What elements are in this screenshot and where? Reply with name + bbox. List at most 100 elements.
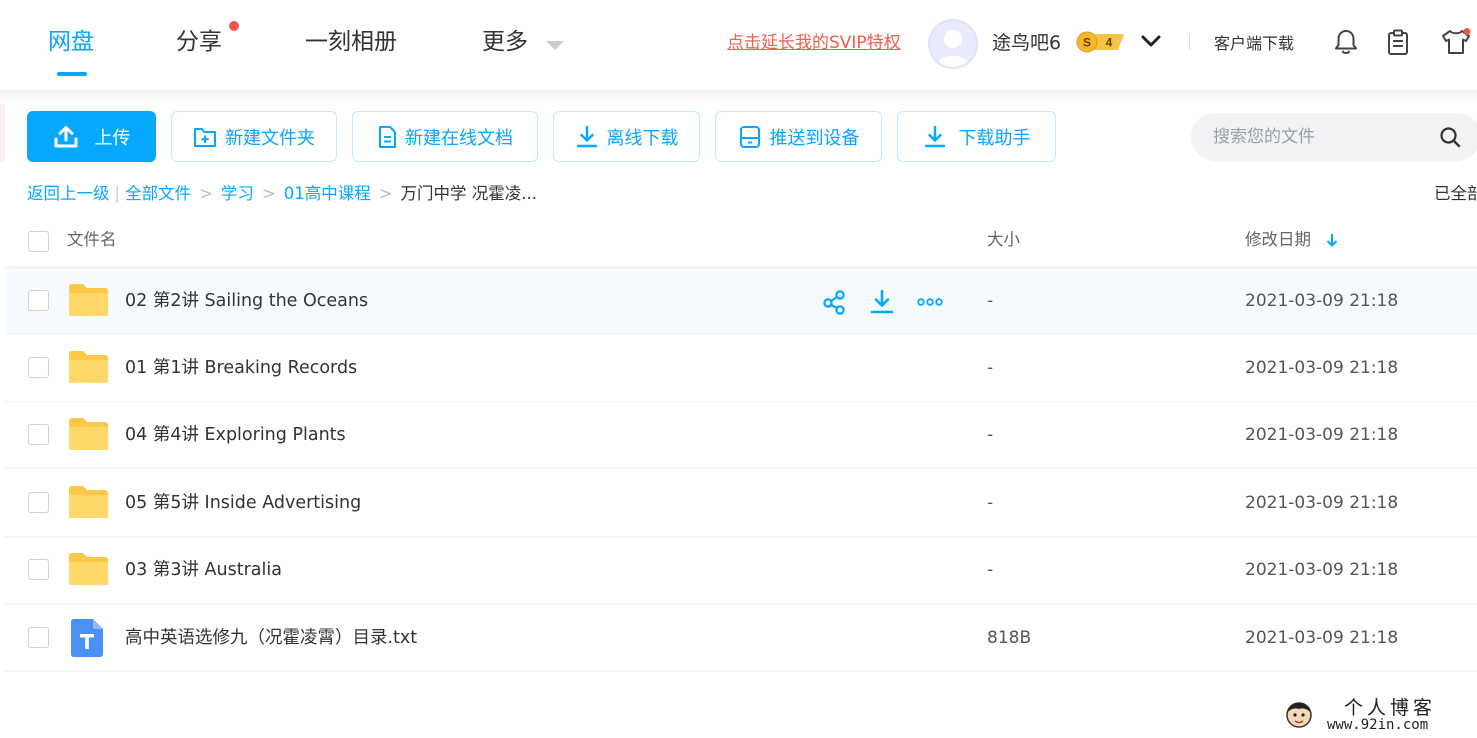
avatar[interactable] xyxy=(928,19,978,69)
new-folder-icon xyxy=(194,127,216,147)
select-all-hint: 已全部 xyxy=(1434,184,1477,203)
offline-download-label: 离线下载 xyxy=(606,127,679,149)
search-icon[interactable] xyxy=(1439,126,1461,148)
breadcrumb-study[interactable]: 学习 xyxy=(221,182,254,206)
file-modified-date: 2021-03-09 21:18 xyxy=(1245,560,1399,580)
download-helper-label: 下载助手 xyxy=(958,127,1031,149)
new-folder-label: 新建文件夹 xyxy=(225,127,315,149)
file-modified-date: 2021-03-09 21:18 xyxy=(1245,425,1399,445)
svip-extend-link[interactable]: 点击延长我的SVIP特权 xyxy=(727,32,901,54)
svip-level-badge-icon: S 4 xyxy=(1076,31,1124,53)
search-input[interactable] xyxy=(1213,124,1423,150)
nav-divider xyxy=(1189,34,1190,50)
device-icon xyxy=(739,125,760,148)
breadcrumb-all-files[interactable]: 全部文件 xyxy=(125,182,191,206)
row-checkbox[interactable] xyxy=(28,290,49,311)
row-checkbox[interactable] xyxy=(28,627,49,648)
file-name[interactable]: 02 第2讲 Sailing the Oceans xyxy=(125,289,368,313)
table-row[interactable]: 01 第1讲 Breaking Records - 2021-03-09 21:… xyxy=(5,335,1477,402)
share-notification-dot xyxy=(229,21,239,31)
column-header-size[interactable]: 大小 xyxy=(987,228,1020,252)
breadcrumb: 返回上一级 | 全部文件 > 学习 > 01高中课程 > 万门中学 况霍凌... xyxy=(27,182,537,206)
upload-button[interactable]: 上传 xyxy=(27,111,156,162)
watermark-url: www.92in.com xyxy=(1327,717,1429,733)
row-checkbox[interactable] xyxy=(28,492,49,513)
bell-icon[interactable] xyxy=(1332,28,1360,56)
offline-download-button[interactable]: 离线下载 xyxy=(553,111,700,162)
nav-tab-album[interactable]: 一刻相册 xyxy=(305,26,397,58)
nav-tab-netdisk[interactable]: 网盘 xyxy=(48,26,94,58)
folder-icon xyxy=(69,284,108,316)
table-row[interactable]: 03 第3讲 Australia - 2021-03-09 21:18 xyxy=(5,537,1477,604)
file-name[interactable]: 高中英语选修九（况霍凌霄）目录.txt xyxy=(125,626,417,650)
file-size: - xyxy=(987,358,994,378)
new-online-doc-label: 新建在线文档 xyxy=(405,127,513,149)
more-caret-icon[interactable] xyxy=(546,41,564,50)
file-size: 818B xyxy=(987,628,1032,648)
text-file-icon xyxy=(71,619,103,657)
nav-tab-share[interactable]: 分享 xyxy=(176,26,222,58)
client-download-link[interactable]: 客户端下载 xyxy=(1214,33,1294,55)
nav-tab-more[interactable]: 更多 xyxy=(482,26,528,58)
download-helper-button[interactable]: 下载助手 xyxy=(897,111,1056,162)
column-header-modified[interactable]: 修改日期 xyxy=(1245,228,1311,252)
row-download-icon[interactable] xyxy=(869,289,895,315)
table-row[interactable]: 04 第4讲 Exploring Plants - 2021-03-09 21:… xyxy=(5,402,1477,469)
breadcrumb-back-link[interactable]: 返回上一级 xyxy=(27,182,110,206)
breadcrumb-separator: > xyxy=(261,184,276,203)
file-modified-date: 2021-03-09 21:18 xyxy=(1245,358,1399,378)
clipboard-icon[interactable] xyxy=(1384,28,1412,56)
folder-icon xyxy=(69,486,108,518)
file-name[interactable]: 04 第4讲 Exploring Plants xyxy=(125,423,346,447)
more-options-icon[interactable] xyxy=(917,289,943,315)
row-checkbox[interactable] xyxy=(28,424,49,445)
row-checkbox[interactable] xyxy=(28,357,49,378)
upload-label: 上传 xyxy=(94,127,131,149)
avatar-person-icon xyxy=(936,30,970,67)
file-size: - xyxy=(987,291,994,311)
upload-icon xyxy=(54,125,77,147)
table-row[interactable]: 02 第2讲 Sailing the Oceans - 2021-03-09 2… xyxy=(5,267,1477,334)
breadcrumb-divider: | xyxy=(114,184,121,203)
file-modified-date: 2021-03-09 21:18 xyxy=(1245,628,1399,648)
left-edge-strip xyxy=(0,104,5,162)
download-icon xyxy=(576,125,597,147)
vip-level: 4 xyxy=(1106,36,1113,50)
breadcrumb-separator: > xyxy=(199,184,213,203)
row-checkbox[interactable] xyxy=(28,559,49,580)
top-navigation: 网盘 分享 一刻相册 更多 点击延长我的SVIP特权 途鸟吧6 S 4 客户端下… xyxy=(0,0,1477,90)
search-box xyxy=(1191,113,1477,161)
file-size: - xyxy=(987,560,994,580)
breadcrumb-separator: > xyxy=(378,184,393,203)
folder-icon xyxy=(69,418,108,450)
username[interactable]: 途鸟吧6 xyxy=(992,30,1061,56)
file-modified-date: 2021-03-09 21:18 xyxy=(1245,493,1399,513)
folder-icon xyxy=(69,553,108,585)
file-name[interactable]: 05 第5讲 Inside Advertising xyxy=(125,491,361,515)
file-size: - xyxy=(987,425,994,445)
nav-active-underline xyxy=(57,72,87,76)
download-helper-icon xyxy=(924,125,945,147)
sort-descending-arrow-icon[interactable] xyxy=(1326,233,1338,247)
watermark-face-icon xyxy=(1286,702,1312,728)
document-icon xyxy=(379,125,396,148)
svg-text:S: S xyxy=(1083,36,1091,50)
file-name[interactable]: 03 第3讲 Australia xyxy=(125,558,282,582)
file-modified-date: 2021-03-09 21:18 xyxy=(1245,291,1399,311)
tshirt-icon[interactable] xyxy=(1440,28,1472,56)
new-folder-button[interactable]: 新建文件夹 xyxy=(171,111,337,162)
nav-shadow xyxy=(0,90,1477,104)
breadcrumb-high-school-course[interactable]: 01高中课程 xyxy=(284,182,371,206)
share-icon[interactable] xyxy=(822,289,848,315)
push-to-device-button[interactable]: 推送到设备 xyxy=(715,111,882,162)
select-all-checkbox[interactable] xyxy=(28,231,49,252)
push-to-device-label: 推送到设备 xyxy=(769,127,860,149)
table-row[interactable]: 05 第5讲 Inside Advertising - 2021-03-09 2… xyxy=(5,470,1477,537)
breadcrumb-current-folder: 万门中学 况霍凌... xyxy=(400,184,538,203)
new-online-doc-button[interactable]: 新建在线文档 xyxy=(352,111,538,162)
file-size: - xyxy=(987,493,994,513)
column-header-name[interactable]: 文件名 xyxy=(67,228,117,252)
table-row[interactable]: 高中英语选修九（况霍凌霄）目录.txt 818B 2021-03-09 21:1… xyxy=(5,605,1477,672)
user-menu-chevron-down-icon[interactable] xyxy=(1140,33,1162,49)
file-name[interactable]: 01 第1讲 Breaking Records xyxy=(125,356,357,380)
